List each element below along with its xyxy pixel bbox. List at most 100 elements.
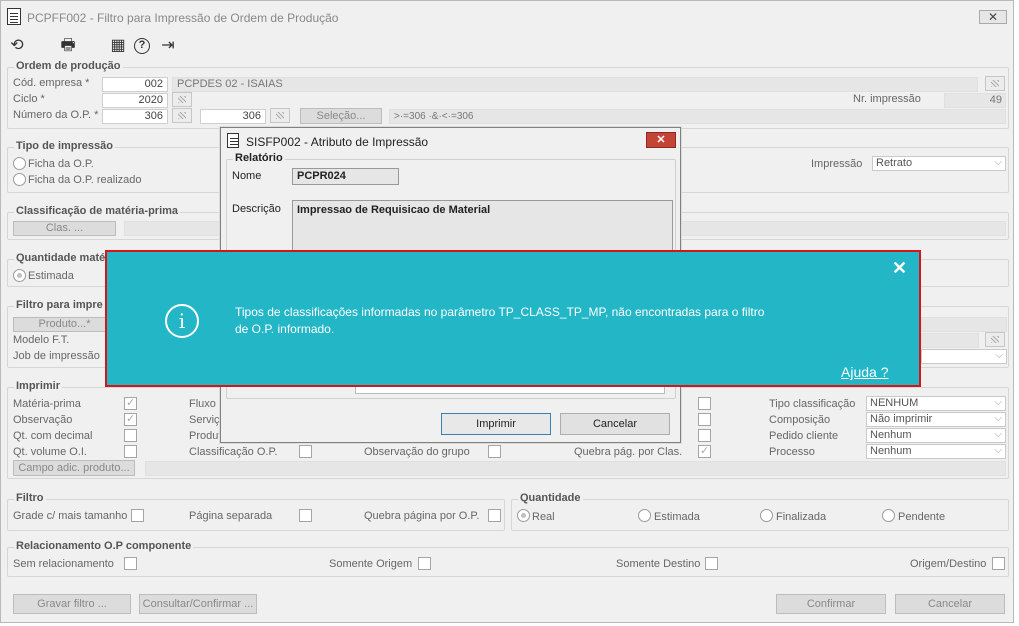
qt-volume-label: Qt. volume O.I. <box>13 446 87 458</box>
grade-checkbox[interactable] <box>131 509 144 522</box>
window-title: PCPFF002 - Filtro para Impressão de Orde… <box>27 11 339 25</box>
observacao-checkbox[interactable] <box>124 412 137 426</box>
produto-button[interactable]: Produto...* <box>13 317 116 332</box>
refresh-icon[interactable]: ⟲ <box>8 37 26 55</box>
confirmar-button[interactable]: Confirmar <box>776 594 886 614</box>
empresa-input[interactable]: 002 <box>102 77 168 92</box>
quantidade-title: Quantidade <box>518 492 583 504</box>
obs-grupo-checkbox[interactable] <box>488 445 501 458</box>
dialog-document-icon <box>227 133 239 148</box>
estimada-radio[interactable] <box>638 509 651 522</box>
ficha-op-realizado-label: Ficha da O.P. realizado <box>28 174 142 186</box>
gravar-filtro-button[interactable]: Gravar filtro ... <box>13 594 131 614</box>
numero-op-from-lookup[interactable] <box>172 108 192 123</box>
info-icon: i <box>165 304 199 338</box>
tipo-clas-label: Tipo classificação <box>769 398 856 410</box>
quantidade-materia-title: Quantidade maté <box>14 252 108 264</box>
pendente-radio[interactable] <box>882 509 895 522</box>
selecao-value: >·=306 ·&·<·=306 <box>389 109 1006 124</box>
numero-op-to-input[interactable]: 306 <box>200 109 266 124</box>
dialog-cancelar-button[interactable]: Cancelar <box>560 413 670 435</box>
cancelar-button[interactable]: Cancelar <box>895 594 1005 614</box>
observacao-label: Observação <box>13 414 73 426</box>
extra-checkbox-1[interactable] <box>698 397 711 410</box>
numero-op-to-lookup[interactable] <box>270 108 290 123</box>
empresa-description: PCPDES 02 - ISAIAS <box>172 77 978 92</box>
pedido-label: Pedido cliente <box>769 430 839 442</box>
notification-close-icon[interactable]: ✕ <box>892 258 907 279</box>
origem-destino-label: Origem/Destino <box>910 558 987 570</box>
dialog-close-button[interactable]: ✕ <box>646 132 676 148</box>
qtd-estimada-label: Estimada <box>28 270 74 282</box>
relacionamento-group: Relacionamento O.P componente <box>7 540 1009 577</box>
job-label: Job de impressão <box>13 350 100 362</box>
composicao-select[interactable]: Não imprimir <box>866 412 1006 427</box>
ficha-op-label: Ficha da O.P. <box>28 158 94 170</box>
extra-checkbox-2[interactable] <box>698 413 711 426</box>
campo-adic-value <box>145 461 1006 476</box>
produto-value <box>921 317 1007 332</box>
empresa-lookup-button[interactable] <box>985 76 1005 91</box>
materia-prima-checkbox[interactable] <box>124 396 137 410</box>
processo-label: Processo <box>769 446 815 458</box>
document-icon <box>7 8 21 25</box>
modelo-ft-lookup[interactable] <box>985 332 1005 347</box>
classif-op-checkbox[interactable] <box>299 445 312 458</box>
sem-relac-checkbox[interactable] <box>124 557 137 570</box>
nr-impressao-value: 49 <box>944 93 1006 108</box>
numero-op-from-input[interactable]: 306 <box>102 109 168 124</box>
notification-message-line2: de O.P. informado. <box>235 322 335 336</box>
qtd-estimada-radio[interactable] <box>13 269 26 282</box>
pagina-separada-label: Página separada <box>189 510 273 522</box>
ciclo-lookup-button[interactable] <box>172 92 192 107</box>
ciclo-input[interactable]: 2020 <box>102 93 168 108</box>
imprimir-title: Imprimir <box>14 380 63 392</box>
title-bar: PCPFF002 - Filtro para Impressão de Orde… <box>1 1 1013 33</box>
processo-select[interactable]: Nenhum <box>866 444 1006 459</box>
dialog-title: SISFP002 - Atributo de Impressão <box>246 135 429 149</box>
filtro-impressao-title: Filtro para impre <box>14 299 105 311</box>
error-notification: i Tipos de classificações informadas no … <box>105 250 921 387</box>
dialog-field[interactable] <box>355 386 665 394</box>
tipo-clas-select[interactable]: NENHUM <box>866 396 1006 411</box>
qt-volume-checkbox[interactable] <box>124 445 137 458</box>
impressao-select[interactable]: Retrato <box>872 156 1006 171</box>
quebra-clas-label: Quebra pág. por Clas. <box>574 446 683 458</box>
ficha-op-realizado-radio[interactable] <box>13 173 26 186</box>
somente-origem-checkbox[interactable] <box>418 557 431 570</box>
extra-checkbox-3[interactable] <box>698 429 711 442</box>
relacionamento-title: Relacionamento O.P componente <box>14 540 194 552</box>
selecao-button[interactable]: Seleção... <box>300 108 382 124</box>
consultar-button[interactable]: Consultar/Confirmar ... <box>139 594 257 614</box>
dialog-imprimir-button[interactable]: Imprimir <box>441 413 551 435</box>
clas-button[interactable]: Clas. ... <box>13 221 116 236</box>
exit-icon[interactable]: ⇥ <box>159 37 177 55</box>
pendente-label: Pendente <box>898 511 946 523</box>
empresa-label: Cód. empresa * <box>13 77 90 89</box>
relatorio-title: Relatório <box>233 152 285 164</box>
real-radio[interactable] <box>517 509 530 522</box>
pedido-select[interactable]: Nenhum <box>866 428 1006 443</box>
classif-op-label: Classificação O.P. <box>189 446 278 458</box>
grade-label: Grade c/ mais tamanho <box>13 510 128 522</box>
qt-decimal-checkbox[interactable] <box>124 429 137 442</box>
origem-destino-checkbox[interactable] <box>992 557 1005 570</box>
quebra-op-label: Quebra página por O.P. <box>364 510 480 522</box>
quebra-clas-checkbox[interactable] <box>698 444 711 458</box>
tipo-impressao-title: Tipo de impressão <box>14 140 115 152</box>
campo-adic-button[interactable]: Campo adic. produto... <box>13 460 135 476</box>
pagina-separada-checkbox[interactable] <box>299 509 312 522</box>
ordem-producao-title: Ordem de produção <box>14 60 123 72</box>
calendar-icon[interactable]: ▦ <box>109 37 127 55</box>
window-close-button[interactable]: ✕ <box>979 10 1007 24</box>
quebra-op-checkbox[interactable] <box>488 509 501 522</box>
ficha-op-radio[interactable] <box>13 157 26 170</box>
somente-origem-label: Somente Origem <box>329 558 413 570</box>
ajuda-link[interactable]: Ajuda ? <box>841 364 888 380</box>
numero-op-label: Número da O.P. * <box>13 109 99 121</box>
help-icon[interactable]: ? <box>134 38 150 54</box>
job-select[interactable] <box>921 349 1007 364</box>
somente-destino-checkbox[interactable] <box>705 557 718 570</box>
print-icon[interactable]: 🖶 <box>59 37 77 55</box>
finalizada-radio[interactable] <box>760 509 773 522</box>
